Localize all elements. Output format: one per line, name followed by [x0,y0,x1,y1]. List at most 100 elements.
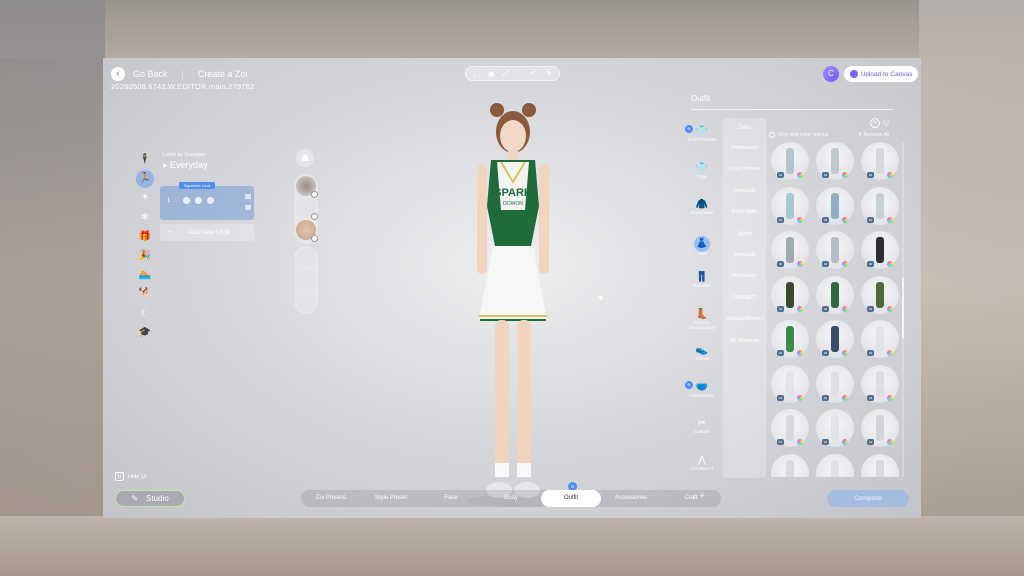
grid-scrollbar-thumb[interactable] [902,278,904,338]
tab-style-preset[interactable]: Style Preset [361,490,421,507]
tab-outfit[interactable]: Outfit [541,490,601,507]
edit-icon[interactable] [311,191,318,198]
color-options-icon[interactable] [887,439,893,445]
outfit-tile[interactable]: 02 [816,364,854,403]
equipped-sock-slot[interactable] [296,248,316,268]
color-options-icon[interactable] [797,439,803,445]
category-item[interactable]: 🩲 Underwear N [683,379,721,416]
hair-slot[interactable] [296,176,318,198]
outfit-tile[interactable]: 02 [861,231,899,269]
category-item[interactable]: 👕 Outfit Presets N [683,123,721,160]
color-options-icon[interactable] [797,216,803,223]
outfit-tile[interactable]: 02 [816,320,854,358]
sets-item[interactable]: Swimsuits [723,245,766,266]
outfit-tile[interactable]: 02 [861,186,899,225]
outfit-tile[interactable]: 02 [816,275,854,314]
outfit-tile[interactable]: 02 [771,142,809,180]
sets-item[interactable]: Styled [723,224,766,245]
outfit-tile[interactable]: 02 [771,275,809,314]
outfit-tile[interactable]: 02 [861,142,899,180]
redo-icon[interactable]: ↷ [542,69,554,78]
category-item[interactable]: 👖 Bottoms [683,269,721,306]
outfit-tile[interactable]: 02 [816,186,854,225]
sets-item[interactable]: Jumpsuits [723,181,766,202]
color-options-icon[interactable] [842,216,848,223]
tab-craft[interactable]: Craft [661,490,721,507]
color-options-icon[interactable] [797,394,803,401]
upload-to-canvas-button[interactable]: Upload to Canvas [844,66,918,82]
sets-item[interactable]: CONNECT [723,288,766,309]
category-item[interactable]: 👟 Shoes [683,342,721,379]
sets-item[interactable]: My Wardrobe [723,331,766,352]
outfit-tile[interactable]: 02 [861,453,899,477]
person-icon[interactable]: 🕴 [136,151,154,169]
body-pose-icon[interactable]: ☗ [296,149,314,167]
back-arrow-icon[interactable]: ‹ [111,67,125,81]
tab-face[interactable]: Face [421,490,481,507]
outfit-tile[interactable]: 02 [816,142,854,180]
color-options-icon[interactable] [887,305,893,312]
color-options-icon[interactable] [887,172,893,178]
fullscreen-icon[interactable]: ⤢ [499,69,511,79]
outfit-tile[interactable]: 02 [816,409,854,447]
dog-icon[interactable]: 🐕 [136,285,154,303]
color-options-icon[interactable] [797,261,803,267]
undo-icon[interactable]: ↶ [528,69,540,78]
snowflake-icon[interactable]: ❄ [136,209,154,227]
look-edit-icon[interactable] [245,205,251,210]
go-back-link[interactable]: Go Back [133,69,168,79]
canvas-avatar-icon[interactable]: C [823,66,839,82]
export-icon[interactable]: ⬚ [471,69,483,78]
runner-icon[interactable]: 🏃 [136,170,154,189]
sets-item[interactable]: Long Dresses [723,159,766,180]
screenshot-frame-icon[interactable]: ⛶ [514,69,526,79]
filter-icon[interactable]: ▽ [883,119,889,128]
hide-ui-button[interactable]: U Hide UI [115,472,146,481]
color-options-icon[interactable] [887,350,893,356]
camera-icon[interactable]: ◉ [485,69,497,78]
equipped-shoe-slot[interactable] [296,270,316,290]
remove-all-button[interactable]: ✝ Remove All [858,132,889,138]
color-options-icon[interactable] [797,172,803,178]
color-options-icon[interactable] [887,394,893,401]
color-options-icon[interactable] [842,172,848,178]
outfit-tile[interactable]: 02 [816,453,854,477]
sets-item[interactable]: Event Attire [723,202,766,223]
color-options-icon[interactable] [842,439,848,445]
category-item[interactable]: ✂ Custom [683,415,721,452]
outfit-tile[interactable]: 02 [771,409,809,447]
category-item[interactable]: 👢 Fashion Accessories [683,306,721,343]
color-options-icon[interactable] [797,305,803,312]
category-item[interactable]: 🧥 Outerwear [683,196,721,233]
sets-item[interactable]: Contest Winners [723,309,766,330]
moon-icon[interactable]: ☾ [136,305,154,323]
sun-icon[interactable]: ☀ [136,189,154,207]
outfit-tile[interactable]: 02 [771,364,809,403]
zoi-character[interactable]: SPARK DOWON [453,98,573,510]
category-item[interactable]: ⋀ CONNECT [683,452,721,489]
complete-button[interactable]: Complete [827,490,909,507]
category-item[interactable]: 👕 Tops [683,160,721,197]
outfit-tile[interactable]: 02 [771,320,809,358]
color-options-icon[interactable] [797,350,803,356]
outfit-tile[interactable]: 02 [816,231,854,269]
outfit-tile[interactable]: 02 [861,275,899,314]
occasion-title[interactable]: ▸ Everyday [163,160,208,171]
color-options-icon[interactable] [842,305,848,312]
color-options-icon[interactable] [887,261,893,267]
outfit-tile[interactable]: 02 [771,453,809,477]
swimmer-icon[interactable]: 🏊 [136,266,154,284]
outfit-tile[interactable]: 02 [771,231,809,269]
edit-icon[interactable] [311,235,318,242]
body-slot[interactable] [296,198,318,220]
tab-zoi-presets[interactable]: Zoi Presets [301,490,361,507]
outfit-tile[interactable]: 02 [861,364,899,403]
graduation-cap-icon[interactable]: 🎓 [136,324,154,342]
look-card[interactable] [160,186,254,220]
sets-item[interactable]: Homewear [723,266,766,287]
color-options-icon[interactable] [842,261,848,267]
look-copy-icon[interactable] [245,194,251,199]
sets-item[interactable]: Minidresses [723,138,766,159]
gift-icon[interactable]: 🎁 [136,228,154,246]
color-options-icon[interactable] [842,394,848,401]
